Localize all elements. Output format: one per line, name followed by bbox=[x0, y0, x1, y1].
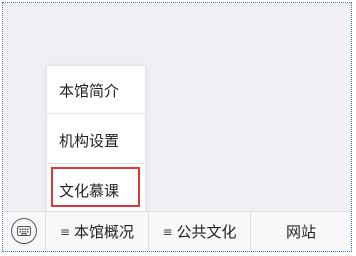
tab-label: 网站 bbox=[285, 223, 316, 241]
highlight-annotation-box bbox=[51, 167, 140, 207]
bottom-menu-bar: ≡ 本馆概况 ≡ 公共文化 网站 bbox=[3, 211, 351, 251]
tab-public-culture[interactable]: ≡ 公共文化 bbox=[149, 212, 250, 251]
tab-label: 公共文化 bbox=[176, 223, 237, 241]
menu-item-organization[interactable]: 机构设置 bbox=[47, 130, 145, 151]
app-frame: 本馆简介 机构设置 文化慕课 ≡ 本馆概况 ≡ 公共文化 网站 bbox=[2, 2, 352, 252]
menu-lines-icon: ≡ bbox=[59, 224, 71, 239]
menu-item-intro[interactable]: 本馆简介 bbox=[47, 80, 145, 101]
tab-website[interactable]: 网站 bbox=[251, 212, 351, 251]
keyboard-icon bbox=[17, 226, 31, 236]
tab-library-overview[interactable]: ≡ 本馆概况 bbox=[46, 212, 148, 251]
popup-divider bbox=[47, 113, 145, 114]
submenu-popup: 本馆简介 机构设置 文化慕课 bbox=[47, 66, 145, 212]
tab-label: 本馆概况 bbox=[74, 223, 135, 241]
popup-divider bbox=[47, 163, 145, 164]
menu-lines-icon: ≡ bbox=[162, 224, 173, 239]
keyboard-toggle-button[interactable] bbox=[11, 218, 37, 244]
